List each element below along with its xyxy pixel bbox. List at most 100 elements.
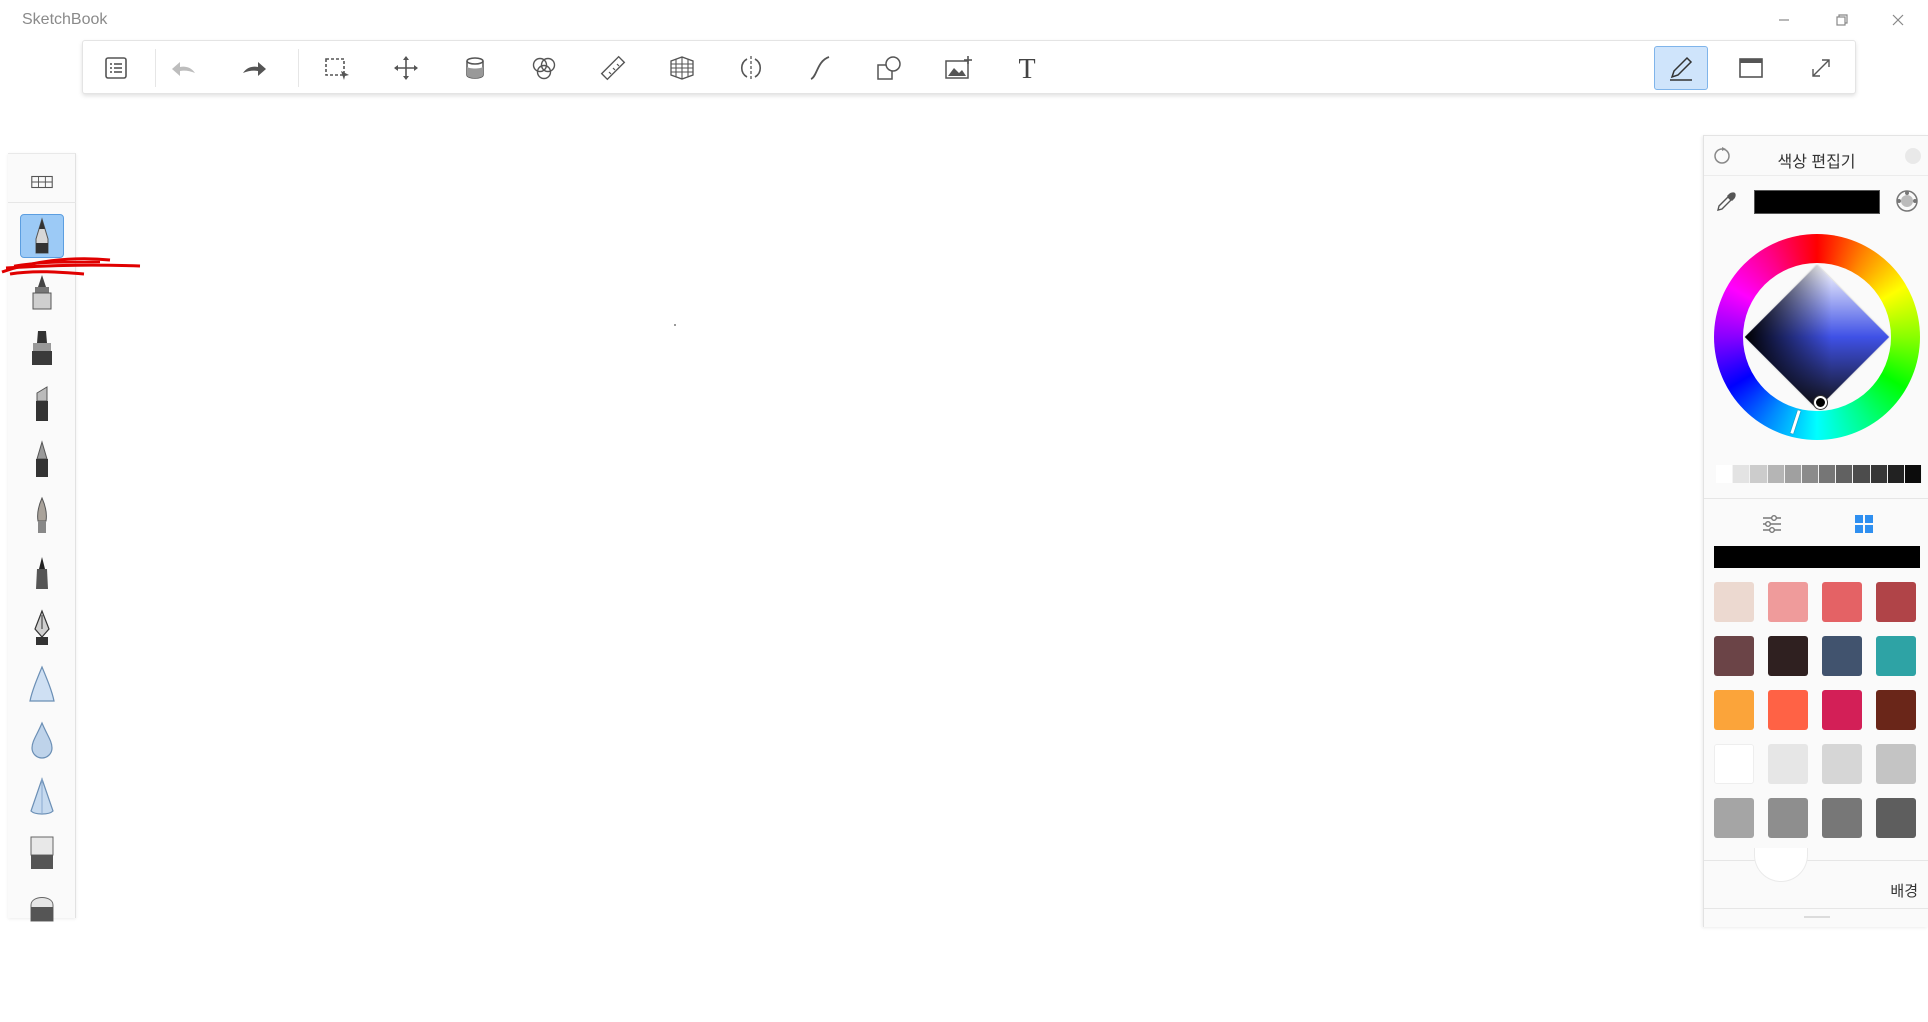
- grid-library-icon: [31, 175, 53, 189]
- undo-icon: [172, 62, 195, 76]
- minimize-button[interactable]: [1762, 6, 1806, 34]
- brush-airbrush[interactable]: [20, 662, 64, 706]
- brush-water-drop[interactable]: [20, 718, 64, 762]
- hue-indicator[interactable]: [1790, 410, 1801, 434]
- brush-chisel-marker[interactable]: [20, 382, 64, 426]
- panel-grip-handle[interactable]: [1804, 916, 1830, 918]
- brush-paintbrush[interactable]: [20, 494, 64, 538]
- color-swatch[interactable]: [1714, 582, 1754, 622]
- gray-swatch[interactable]: [1853, 465, 1871, 483]
- title-bar: SketchBook: [0, 0, 1928, 40]
- sliders-tab-icon[interactable]: [1760, 512, 1784, 536]
- ruler-tool-button[interactable]: [593, 48, 633, 88]
- brush-library-button[interactable]: [26, 168, 58, 196]
- selection-tool-button[interactable]: [317, 48, 357, 88]
- text-tool-glyph: T: [1018, 54, 1035, 83]
- fill-tool-button[interactable]: [455, 48, 495, 88]
- gray-swatch[interactable]: [1750, 465, 1768, 483]
- red-annotation-scribble: [1, 257, 141, 276]
- color-selector-handle[interactable]: [1814, 396, 1827, 409]
- color-swatch[interactable]: [1768, 636, 1808, 676]
- gray-swatch[interactable]: [1904, 465, 1923, 483]
- restore-button[interactable]: [1820, 6, 1864, 34]
- color-panel-title: 색상 편집기: [1777, 154, 1856, 171]
- active-color-bar[interactable]: [1714, 546, 1920, 568]
- color-swatch[interactable]: [1822, 636, 1862, 676]
- add-image-button[interactable]: [938, 48, 978, 88]
- selection-icon: [325, 58, 349, 80]
- color-swatch[interactable]: [1876, 636, 1916, 676]
- color-swatch[interactable]: [1876, 744, 1916, 784]
- color-swatch[interactable]: [1768, 582, 1808, 622]
- menu-button[interactable]: [96, 48, 136, 88]
- symmetry-tool-button[interactable]: [731, 48, 771, 88]
- undo-button[interactable]: [164, 48, 204, 88]
- fullscreen-button[interactable]: [1801, 48, 1841, 88]
- color-puck-icon[interactable]: [1894, 188, 1920, 214]
- color-swatch[interactable]: [1822, 798, 1862, 838]
- color-wheel[interactable]: [1714, 234, 1920, 440]
- color-swatch[interactable]: [1768, 798, 1808, 838]
- gray-swatch[interactable]: [1887, 465, 1905, 483]
- toolbar-separator: [155, 49, 156, 87]
- redo-button[interactable]: [234, 48, 274, 88]
- pen-mode-button[interactable]: [1654, 46, 1708, 90]
- text-icon: T: [1018, 54, 1035, 83]
- curve-tool-button[interactable]: [800, 48, 840, 88]
- shapes-tool-button[interactable]: [869, 48, 909, 88]
- color-swatch[interactable]: [1822, 582, 1862, 622]
- brush-flat-eraser[interactable]: [20, 830, 64, 874]
- brush-marker[interactable]: [20, 326, 64, 370]
- color-swatch[interactable]: [1876, 798, 1916, 838]
- chisel-marker-icon: [36, 386, 48, 421]
- brush-round-eraser[interactable]: [20, 884, 64, 928]
- current-color-swatch[interactable]: [1754, 190, 1880, 214]
- color-swatch[interactable]: [1714, 690, 1754, 730]
- color-swatch[interactable]: [1876, 582, 1916, 622]
- gray-swatch[interactable]: [1870, 465, 1888, 483]
- eyedropper-icon[interactable]: [1714, 190, 1738, 214]
- perspective-tool-button[interactable]: [662, 48, 702, 88]
- curve-icon: [810, 56, 830, 80]
- color-swatch[interactable]: [1876, 690, 1916, 730]
- app-title: SketchBook: [22, 11, 108, 28]
- color-swatch[interactable]: [1768, 690, 1808, 730]
- fountain-pen-icon: [34, 609, 50, 645]
- color-panel-header: 색상 편집기: [1704, 136, 1928, 176]
- color-swatch[interactable]: [1714, 744, 1754, 784]
- gray-swatch[interactable]: [1716, 465, 1734, 483]
- brush-cone[interactable]: [20, 774, 64, 818]
- gray-swatch[interactable]: [1819, 465, 1837, 483]
- color-swatch[interactable]: [1768, 744, 1808, 784]
- color-swatch[interactable]: [1822, 690, 1862, 730]
- brush-fountain-pen[interactable]: [20, 606, 64, 650]
- redo-icon: [243, 62, 266, 76]
- close-button[interactable]: [1876, 6, 1920, 34]
- color-swatch[interactable]: [1714, 798, 1754, 838]
- text-tool-button[interactable]: T: [1007, 48, 1047, 88]
- list-icon: [105, 57, 127, 79]
- gray-swatch[interactable]: [1784, 465, 1802, 483]
- color-panel-close-button[interactable]: [1905, 148, 1921, 164]
- gray-swatch[interactable]: [1733, 465, 1751, 483]
- flat-eraser-icon: [30, 836, 54, 869]
- panel-divider: [1704, 498, 1928, 499]
- gray-swatch[interactable]: [1767, 465, 1785, 483]
- window-icon: [1739, 58, 1763, 78]
- water-drop-icon: [31, 721, 53, 759]
- color-swatch[interactable]: [1714, 636, 1754, 676]
- move-tool-button[interactable]: [386, 48, 426, 88]
- background-color-button[interactable]: [1754, 848, 1808, 882]
- pen-mode-icon: [1670, 56, 1693, 81]
- brush-ballpoint[interactable]: [20, 438, 64, 482]
- swatch-grid-tab-icon[interactable]: [1852, 512, 1876, 536]
- ruler-icon: [600, 55, 626, 81]
- color-swatch[interactable]: [1822, 744, 1862, 784]
- window-layout-button[interactable]: [1731, 48, 1771, 88]
- close-icon: [1892, 14, 1904, 26]
- gray-swatch[interactable]: [1836, 465, 1854, 483]
- gray-swatch[interactable]: [1801, 465, 1820, 483]
- color-swatch-grid: [1714, 582, 1920, 838]
- brush-felt-tip[interactable]: [20, 550, 64, 594]
- blend-tool-button[interactable]: [524, 48, 564, 88]
